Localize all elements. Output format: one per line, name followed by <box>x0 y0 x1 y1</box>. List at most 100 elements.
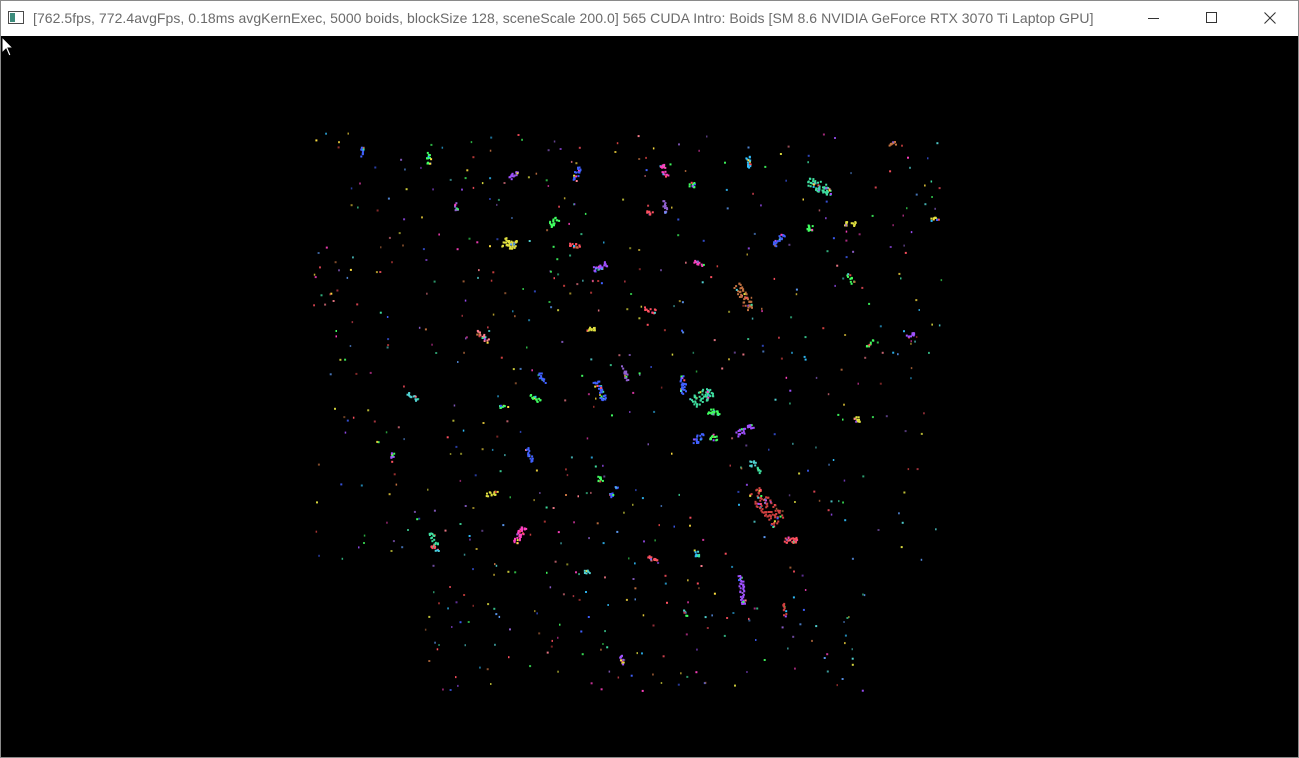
boid-particle <box>931 323 933 326</box>
boid-particle <box>850 172 852 175</box>
boid-particle <box>536 400 539 403</box>
boid-particle <box>527 454 530 457</box>
boid-particle <box>748 300 751 303</box>
boid-particle <box>889 246 892 248</box>
boid-particle <box>807 184 810 187</box>
boid-particle <box>752 192 754 195</box>
boid-particle <box>624 376 627 379</box>
boid-particle <box>688 183 691 186</box>
boid-particle <box>747 338 750 340</box>
boid-particle <box>537 374 539 377</box>
boid-particle <box>615 486 618 489</box>
boid-particle <box>740 583 743 586</box>
boid-particle <box>602 542 605 545</box>
boid-particle <box>580 233 583 236</box>
boid-particle <box>760 502 762 505</box>
boid-particle <box>734 684 736 687</box>
boid-particle <box>662 171 665 174</box>
boid-particle <box>406 393 409 396</box>
boid-particle <box>511 217 513 219</box>
boid-particle <box>789 389 792 392</box>
boid-particle <box>447 607 449 610</box>
boid-particle <box>341 557 344 560</box>
boid-particle <box>846 617 849 619</box>
boid-particle <box>597 480 600 483</box>
boid-particle <box>583 572 586 574</box>
boid-particle <box>910 342 912 345</box>
boid-particle <box>789 402 791 405</box>
boid-particle <box>823 657 826 659</box>
boid-particle <box>694 401 697 404</box>
boid-particle <box>638 268 641 271</box>
boid-particle <box>336 289 339 292</box>
boid-particle <box>550 270 552 273</box>
boid-particle <box>620 655 622 658</box>
boid-particle <box>573 203 576 206</box>
boid-particle <box>866 345 869 348</box>
boid-particle <box>550 645 553 648</box>
boid-particle <box>487 495 490 498</box>
boid-particle <box>504 292 507 295</box>
boid-particle <box>454 205 456 208</box>
boid-particle <box>710 276 713 279</box>
boid-particle <box>476 333 479 336</box>
boid-particle <box>750 303 753 306</box>
boid-particle <box>317 252 320 254</box>
boid-particle <box>753 520 756 523</box>
boid-particle <box>583 569 586 572</box>
boid-particle <box>768 514 771 517</box>
boid-particle <box>478 335 481 338</box>
boid-particle <box>914 340 916 343</box>
boid-particle <box>889 170 892 173</box>
boid-particle <box>940 279 943 282</box>
boid-particle <box>825 187 828 190</box>
minimize-button[interactable] <box>1125 1 1183 35</box>
boid-particle <box>476 241 479 244</box>
boid-particle <box>601 397 604 400</box>
boid-particle <box>853 225 856 227</box>
boid-particle <box>826 250 829 253</box>
boid-particle <box>315 139 318 142</box>
boid-particle <box>588 572 591 575</box>
close-button[interactable] <box>1241 1 1298 35</box>
boid-particle <box>436 648 439 651</box>
boid-particle <box>563 284 566 287</box>
boid-particle <box>645 169 648 172</box>
maximize-button[interactable] <box>1183 1 1241 35</box>
boid-particle <box>343 416 346 419</box>
boid-particle <box>745 157 748 160</box>
boid-particle <box>699 434 702 437</box>
boid-particle <box>514 241 517 244</box>
boid-particle <box>468 535 471 537</box>
boid-particle <box>438 602 440 605</box>
boid-particle <box>360 155 363 158</box>
boid-particle <box>851 557 854 560</box>
boids-simulation-viewport[interactable] <box>1 36 1298 757</box>
boid-particle <box>624 280 626 283</box>
boid-particle <box>627 379 630 381</box>
boid-particle <box>759 499 762 502</box>
boid-particle <box>412 395 415 398</box>
boid-particle <box>729 464 731 467</box>
boid-particle <box>502 524 505 527</box>
boid-particle <box>774 504 777 507</box>
boid-particle <box>920 432 923 435</box>
title-bar[interactable]: [762.5fps, 772.4avgFps, 0.18ms avgKernEx… <box>1 1 1298 35</box>
boid-particle <box>463 351 465 354</box>
boid-particle <box>737 435 740 438</box>
boid-particle <box>766 515 769 518</box>
boid-particle <box>812 185 815 188</box>
boid-particle <box>472 604 474 607</box>
boid-particle <box>644 175 646 177</box>
boid-particle <box>426 162 429 165</box>
boid-particle <box>761 307 763 310</box>
boid-particle <box>435 352 438 354</box>
boid-particle <box>664 205 667 207</box>
boid-particle <box>660 269 662 272</box>
boid-particle <box>474 474 477 477</box>
boid-particle <box>544 382 547 384</box>
boid-particle <box>748 155 751 158</box>
boid-particle <box>534 395 537 398</box>
boid-particle <box>683 386 686 389</box>
boid-particle <box>697 550 700 553</box>
